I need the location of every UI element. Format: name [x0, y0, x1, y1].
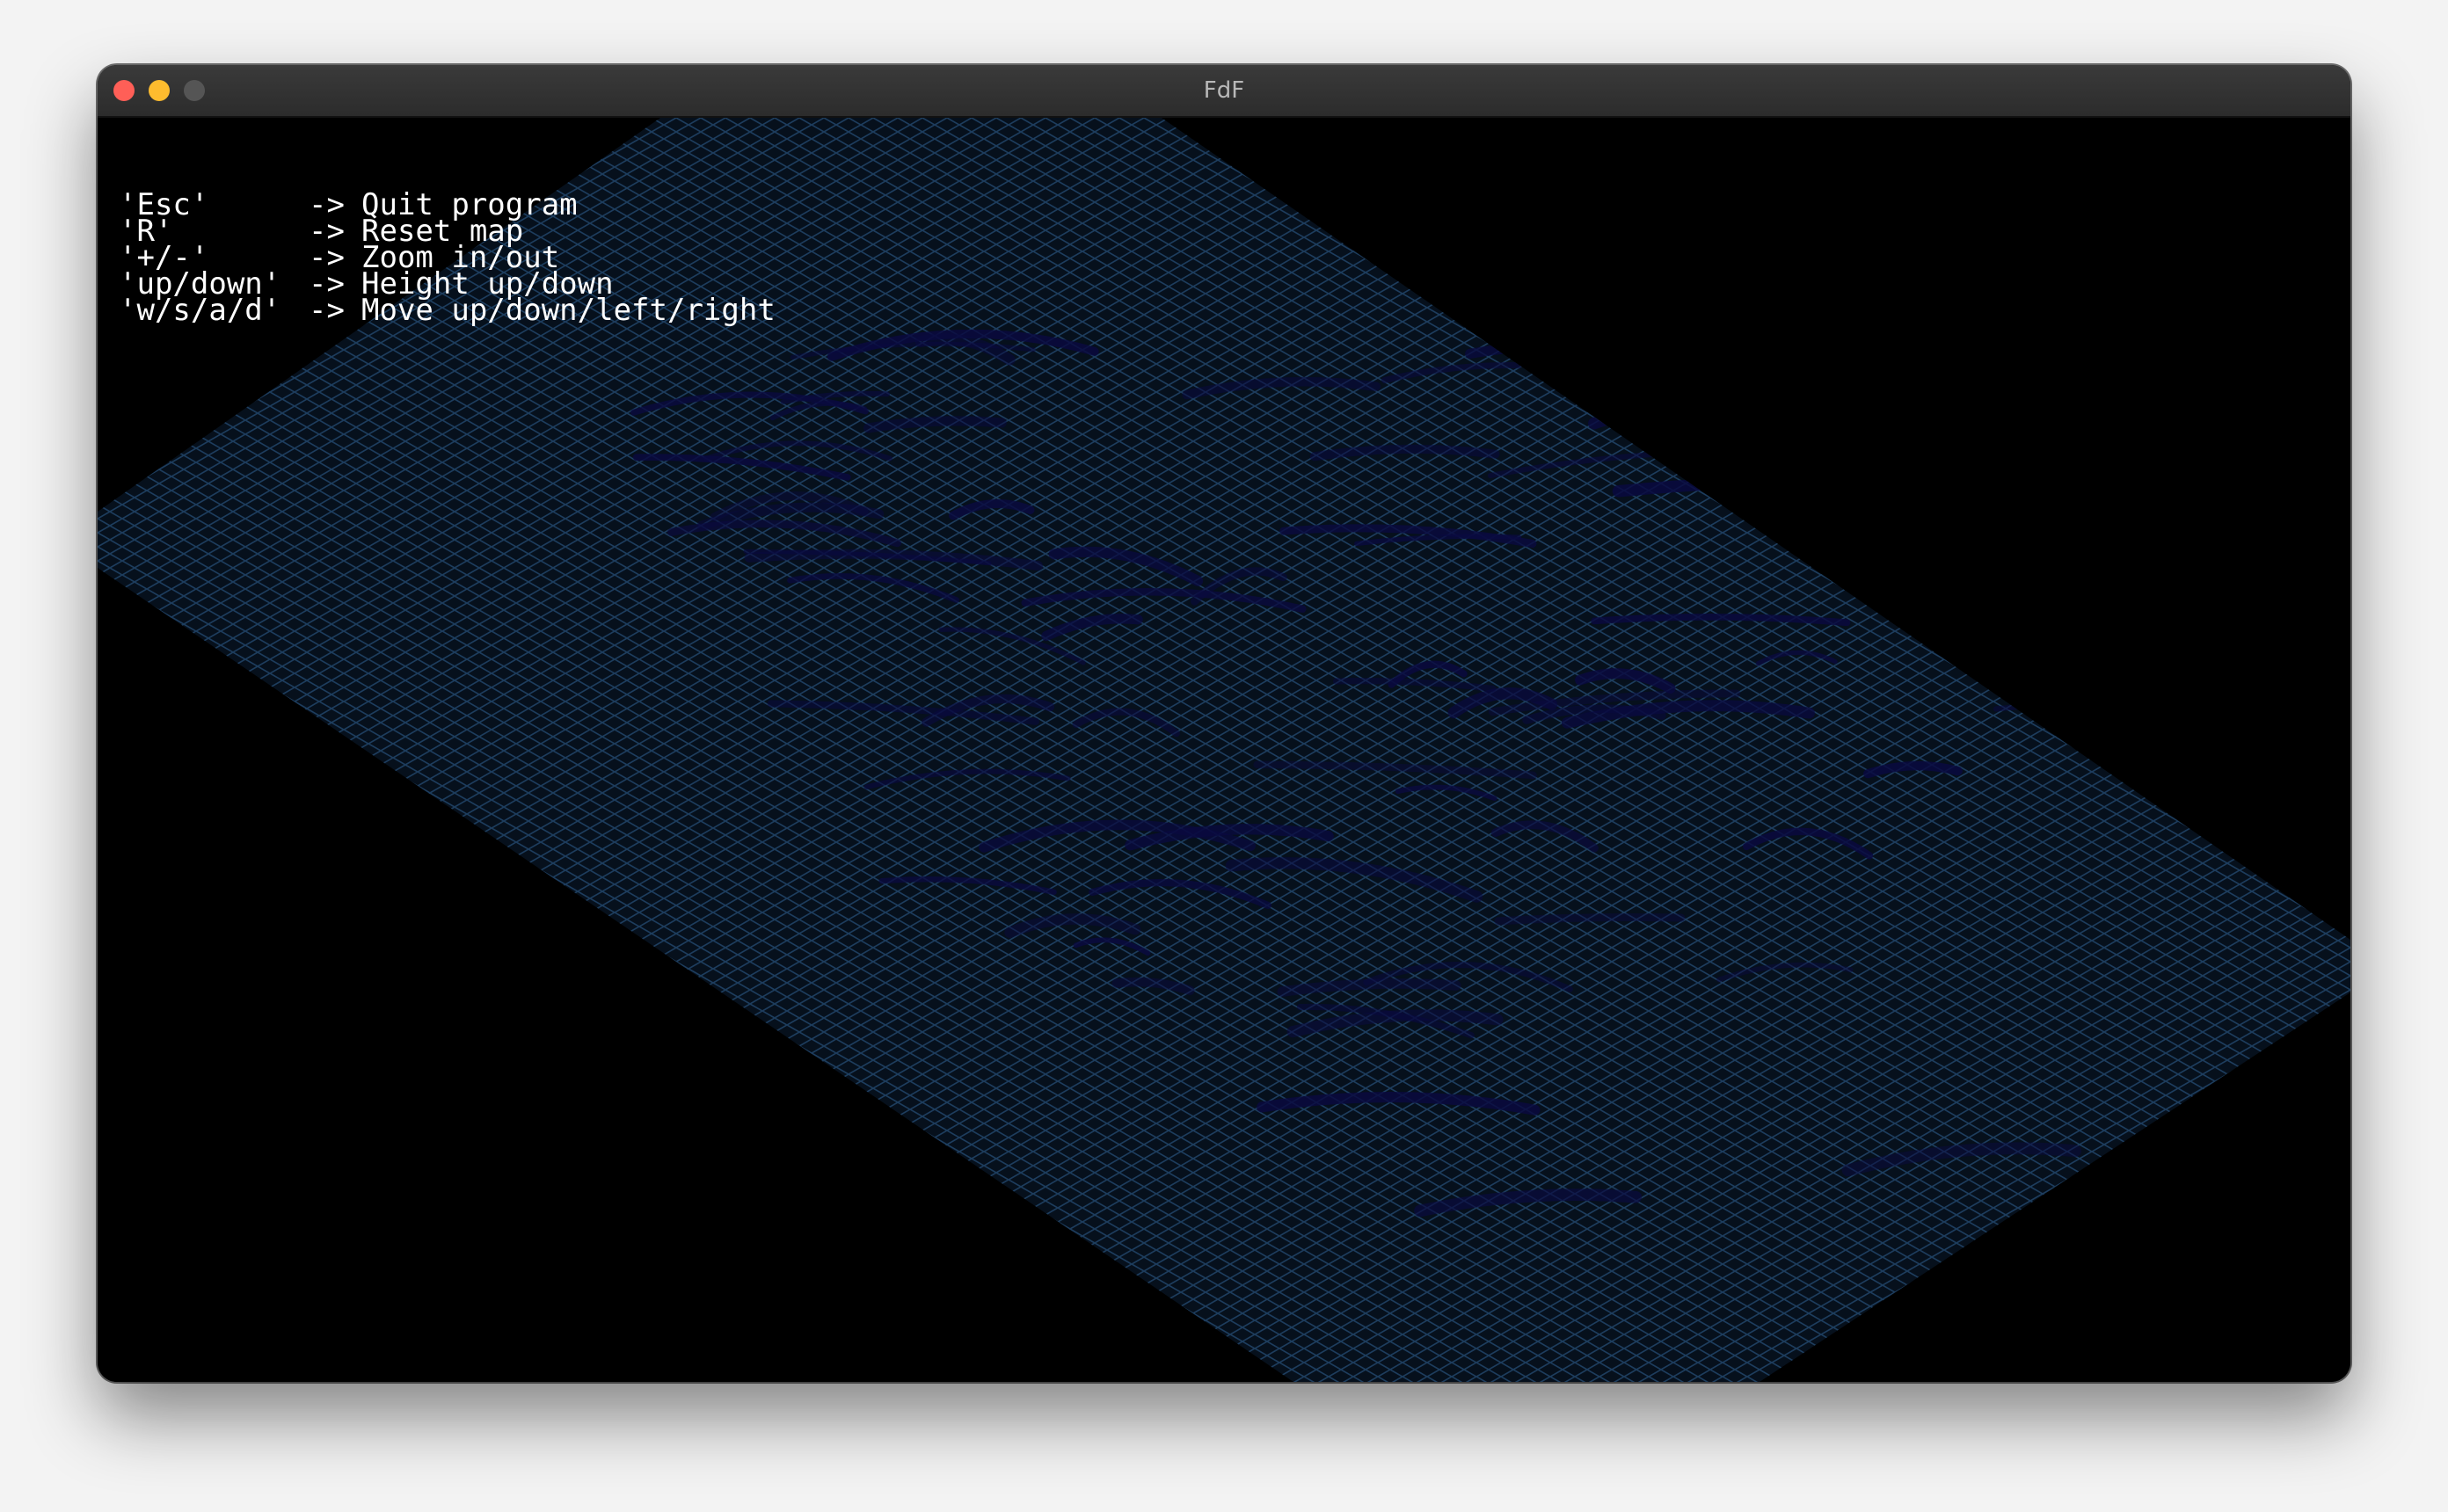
help-row-move: 'w/s/a/d' -> Move up/down/left/right	[119, 293, 776, 328]
terrain-ridge	[1876, 523, 2032, 552]
help-key: 'w/s/a/d'	[119, 293, 281, 328]
map-canvas[interactable]: 'Esc' -> Quit program 'R' -> Reset map '…	[98, 118, 2350, 1382]
window-title: FdF	[1203, 77, 1245, 104]
terrain-ridge	[1837, 462, 1953, 493]
controls-help: 'Esc' -> Quit program 'R' -> Reset map '…	[119, 190, 776, 328]
terrain-ridge	[1465, 340, 1620, 359]
fdf-window: FdF 'Esc' -> Quit program 'R' -> Reset m…	[98, 65, 2350, 1382]
help-action: Move up/down/left/right	[361, 293, 776, 328]
help-arrow: ->	[309, 293, 345, 328]
terrain-ridge	[1494, 912, 1686, 926]
title-bar[interactable]: FdF	[98, 65, 2350, 118]
terrain-ridge	[1993, 699, 2271, 714]
terrain-ridge	[2057, 319, 2210, 357]
terrain-ridge	[1588, 410, 1691, 434]
